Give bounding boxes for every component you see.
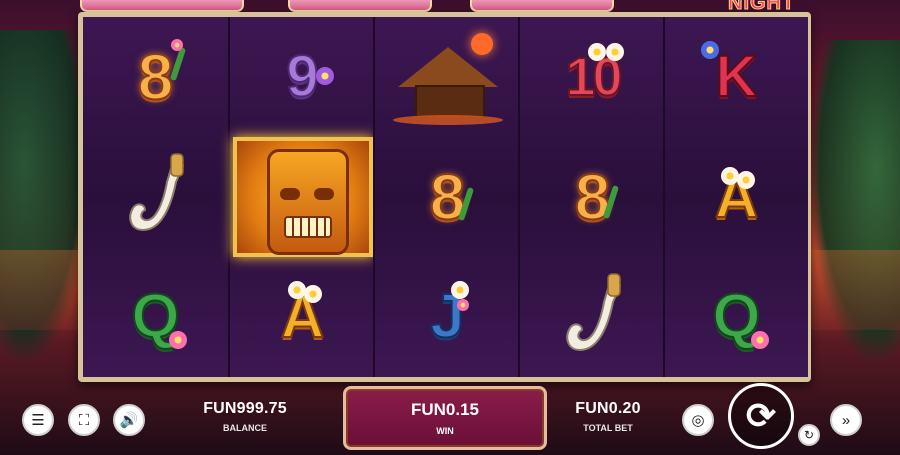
menu-button[interactable]: ☰ — [22, 404, 54, 436]
win-label: WIN — [436, 426, 454, 436]
symbol-queen: Q — [83, 257, 228, 377]
orchid-icon — [457, 299, 469, 311]
symbol-fish-hook — [520, 257, 665, 377]
sound-button[interactable]: 🔊 — [113, 404, 145, 436]
autoplay-icon: ↻ — [803, 428, 815, 442]
symbol-fish-hook — [83, 137, 228, 257]
symbol-queen: Q — [665, 257, 808, 377]
symbol-tiki-mask — [230, 137, 375, 257]
symbol-ace: A — [280, 281, 325, 350]
reel-2: 9 A — [228, 17, 375, 377]
balance-label: BALANCE — [223, 423, 267, 433]
fullscreen-icon: ⛶ — [78, 411, 90, 429]
symbol-hut — [375, 17, 520, 137]
symbol-nine: 9 — [230, 17, 375, 137]
symbol-jack: J — [375, 257, 520, 377]
win-display: FUN0.15 WIN — [343, 386, 547, 450]
plumeria-icon — [721, 167, 739, 185]
hamburger-menu-icon: ☰ — [31, 412, 45, 429]
symbol-eight: 8 — [520, 137, 665, 257]
hibiscus-icon — [169, 331, 187, 349]
win-amount: FUN0.15 — [410, 400, 480, 419]
balance-display: FUN999.75 BALANCE — [190, 400, 300, 433]
bet-amount: FUN0.20 — [575, 400, 641, 417]
bet-display[interactable]: FUN0.20 TOTAL BET — [558, 400, 658, 433]
symbol-ace: A — [714, 163, 759, 230]
reel-1: 8 Q — [83, 17, 228, 377]
plumeria-icon — [606, 43, 624, 61]
fast-forward-icon: » — [841, 411, 851, 429]
symbol-ten: 10 — [520, 17, 665, 137]
orchid-icon — [316, 67, 334, 85]
reel-3: 8 J — [373, 17, 520, 377]
plumeria-icon — [304, 285, 322, 303]
spin-button[interactable]: ⟳ — [728, 383, 794, 449]
top-banner-3 — [470, 0, 614, 12]
turbo-button[interactable]: » — [830, 404, 862, 436]
bet-label: TOTAL BET — [583, 423, 633, 433]
plumeria-icon — [451, 281, 469, 299]
flower-icon — [171, 39, 183, 51]
plumeria-icon — [588, 43, 606, 61]
reel-5: K A Q — [663, 17, 808, 377]
symbol-king: K — [665, 17, 808, 137]
symbol-eight: 8 — [83, 17, 228, 137]
coin-stack-icon: ◎ — [691, 412, 705, 429]
autoplay-button[interactable]: ↻ — [798, 424, 820, 446]
top-banner-2 — [288, 0, 432, 12]
speaker-icon: 🔊 — [119, 412, 139, 429]
balance-amount: FUN999.75 — [203, 400, 287, 417]
plumeria-icon — [737, 171, 755, 189]
fullscreen-button[interactable]: ⛶ — [68, 404, 100, 436]
bet-settings-button[interactable]: ◎ — [682, 404, 714, 436]
reel-4: 10 8 — [518, 17, 665, 377]
flower-icon — [701, 41, 719, 59]
symbol-eight: 8 — [375, 137, 520, 257]
top-banner-1 — [80, 0, 244, 12]
plumeria-icon — [288, 281, 306, 299]
spin-arrows-icon: ⟳ — [745, 395, 777, 436]
hibiscus-icon — [751, 331, 769, 349]
reel-grid: 8 Q 9 A 8 J 10 8 K A Q — [78, 12, 811, 382]
